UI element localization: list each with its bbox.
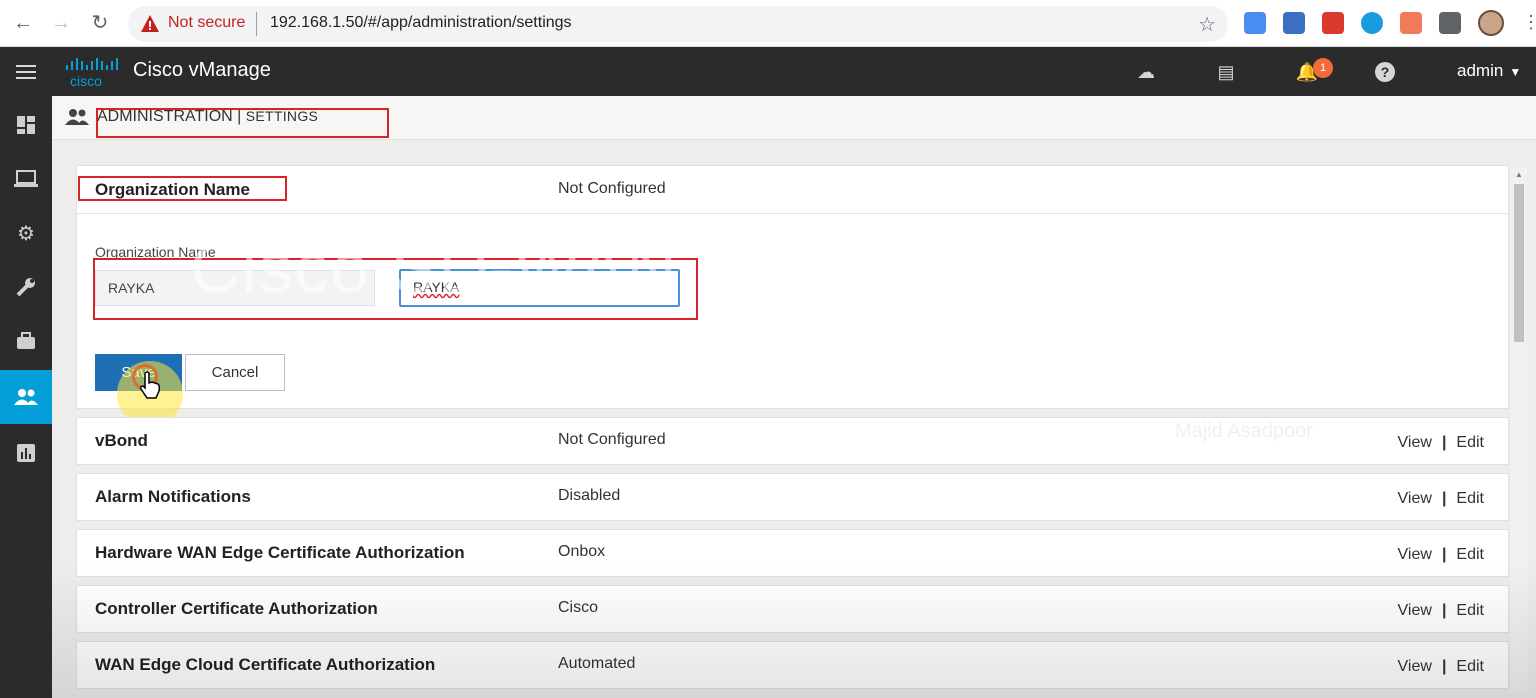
view-link[interactable]: View: [1398, 658, 1432, 675]
action-separator: |: [1441, 658, 1447, 675]
nav-maintenance[interactable]: [0, 314, 52, 368]
help-icon[interactable]: ?: [1375, 62, 1395, 82]
scrollbar-thumb[interactable]: [1514, 184, 1524, 342]
user-menu[interactable]: admin ▼: [1457, 61, 1521, 81]
task-clipboard-icon[interactable]: ▤: [1214, 60, 1238, 84]
left-nav: ⚙: [0, 96, 52, 698]
view-link[interactable]: View: [1398, 602, 1432, 619]
svg-text:cisco: cisco: [70, 73, 102, 89]
translate-extension-icon[interactable]: [1244, 12, 1266, 34]
setting-actions: View | Edit: [1398, 490, 1484, 508]
chevron-down-icon: ▼: [1509, 65, 1522, 79]
notification-badge: 1: [1313, 58, 1333, 78]
nav-administration[interactable]: [0, 370, 52, 424]
setting-actions: View | Edit: [1398, 602, 1484, 620]
setting-name: Controller Certificate Authorization: [95, 599, 378, 618]
user-name: admin: [1457, 61, 1504, 80]
action-separator: |: [1441, 434, 1447, 451]
setting-row-vbond: vBond Not Configured View | Edit: [76, 417, 1509, 465]
configuration-icon: ⚙: [17, 222, 35, 245]
scroll-up-icon[interactable]: ▲: [1515, 170, 1523, 179]
hand-pointer-icon: [140, 371, 161, 399]
browser-toolbar: ← → ↻ Not secure 192.168.1.50/#/app/admi…: [0, 0, 1536, 47]
edit-link[interactable]: Edit: [1456, 490, 1484, 507]
users-icon: [65, 109, 89, 125]
warning-icon: [141, 15, 159, 32]
action-separator: |: [1441, 602, 1447, 619]
maintenance-icon: [17, 332, 35, 349]
highlight-box-org-inputs: [93, 258, 698, 320]
setting-value: Onbox: [558, 543, 606, 560]
dashboard-icon: [17, 116, 35, 134]
browser-menu-icon[interactable]: ⋮: [1522, 12, 1536, 33]
reload-icon[interactable]: ↻: [89, 12, 111, 34]
setting-name: vBond: [95, 431, 148, 450]
url-text[interactable]: 192.168.1.50/#/app/administration/settin…: [270, 14, 572, 32]
cisco-logo: cisco: [66, 58, 118, 89]
nav-configuration[interactable]: ⚙: [0, 206, 52, 260]
nav-monitor[interactable]: [0, 152, 52, 206]
highlight-box-org-title: [78, 176, 287, 201]
action-separator: |: [1441, 490, 1447, 507]
omnibox-separator: [256, 12, 257, 36]
profile-avatar[interactable]: [1478, 10, 1504, 36]
setting-row-hardware-cert-auth: Hardware WAN Edge Certificate Authorizat…: [76, 529, 1509, 577]
setting-value: Automated: [558, 655, 636, 672]
product-title: Cisco vManage: [133, 59, 271, 81]
analytics-icon: [17, 444, 35, 462]
setting-value: Not Configured: [558, 431, 666, 448]
edit-link[interactable]: Edit: [1456, 434, 1484, 451]
view-link[interactable]: View: [1398, 490, 1432, 507]
setting-row-wan-edge-cloud-cert-auth: WAN Edge Cloud Certificate Authorization…: [76, 641, 1509, 689]
nav-analytics[interactable]: [0, 426, 52, 480]
setting-row-controller-cert-auth: Controller Certificate Authorization Cis…: [76, 585, 1509, 633]
cast-extension-icon[interactable]: [1400, 12, 1422, 34]
setting-name: Hardware WAN Edge Certificate Authorizat…: [95, 543, 465, 562]
card-divider: [77, 213, 1508, 214]
hamburger-menu-icon[interactable]: [0, 47, 52, 96]
monitor-icon: [14, 170, 38, 187]
setting-actions: View | Edit: [1398, 546, 1484, 564]
action-separator: |: [1441, 546, 1447, 563]
extensions-puzzle-icon[interactable]: [1439, 12, 1461, 34]
edit-link[interactable]: Edit: [1456, 546, 1484, 563]
setting-actions: View | Edit: [1398, 658, 1484, 676]
tools-icon: [16, 278, 35, 297]
setting-row-alarm-notifications: Alarm Notifications Disabled View | Edit: [76, 473, 1509, 521]
bookmark-star-icon[interactable]: ☆: [1198, 12, 1216, 37]
app-header: cisco Cisco vManage ☁ ▤ 🔔 1 ? admin ▼: [0, 47, 1536, 96]
security-label[interactable]: Not secure: [168, 14, 245, 32]
setting-value: Disabled: [558, 487, 621, 504]
calendar-extension-icon[interactable]: [1283, 12, 1305, 34]
setting-name: Alarm Notifications: [95, 487, 251, 506]
edit-link[interactable]: Edit: [1456, 658, 1484, 675]
page-scrollbar[interactable]: ▲: [1511, 168, 1527, 693]
administration-icon: [14, 389, 38, 405]
view-link[interactable]: View: [1398, 546, 1432, 563]
edit-link[interactable]: Edit: [1456, 602, 1484, 619]
pdf-extension-icon[interactable]: [1322, 12, 1344, 34]
highlight-box-breadcrumb: [96, 108, 389, 138]
cancel-button[interactable]: Cancel: [185, 354, 285, 391]
forward-icon[interactable]: →: [50, 12, 72, 34]
cloud-icon[interactable]: ☁: [1134, 60, 1158, 84]
setting-value: Cisco: [558, 599, 599, 616]
nav-dashboard[interactable]: [0, 98, 52, 152]
setting-name: WAN Edge Cloud Certificate Authorization: [95, 655, 436, 674]
setting-actions: View | Edit: [1398, 434, 1484, 452]
nav-tools[interactable]: [0, 260, 52, 314]
address-bar[interactable]: Not secure 192.168.1.50/#/app/administra…: [128, 6, 1228, 42]
org-name-status: Not Configured: [558, 180, 666, 197]
skype-extension-icon[interactable]: [1361, 12, 1383, 34]
back-icon[interactable]: ←: [12, 12, 34, 34]
view-link[interactable]: View: [1398, 434, 1432, 451]
settings-content: Organization Name Not Configured Organiz…: [52, 140, 1536, 698]
